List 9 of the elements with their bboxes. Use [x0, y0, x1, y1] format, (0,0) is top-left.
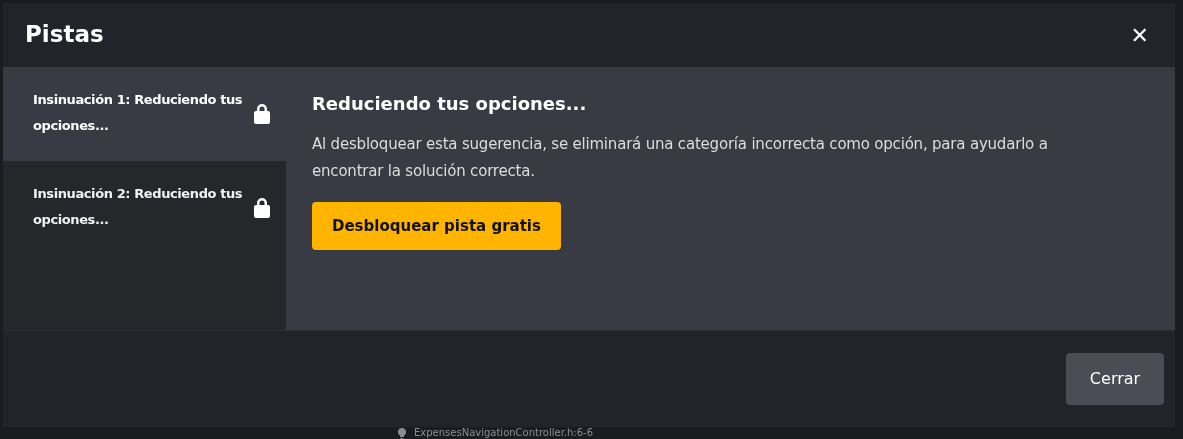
- hint-description: Al desbloquear esta sugerencia, se eliminará una categoría incorrecta como opción, para ayudarlo a encontrar la solución correcta.: [312, 133, 1049, 182]
- hint-heading: Reduciendo tus opciones...: [312, 93, 588, 115]
- file-reference: ExpensesNavigationController.h:6-6: [414, 427, 594, 439]
- hint-item[interactable]: Insinuación 1: Reduciendo tus opciones...: [3, 67, 286, 161]
- dialog-title: Pistas: [25, 21, 104, 49]
- lightbulb-icon: [398, 427, 406, 439]
- close-button[interactable]: Cerrar: [1066, 353, 1164, 405]
- close-button[interactable]: ✕: [1124, 18, 1155, 52]
- unlock-button[interactable]: Desbloquear pista gratis: [312, 201, 561, 251]
